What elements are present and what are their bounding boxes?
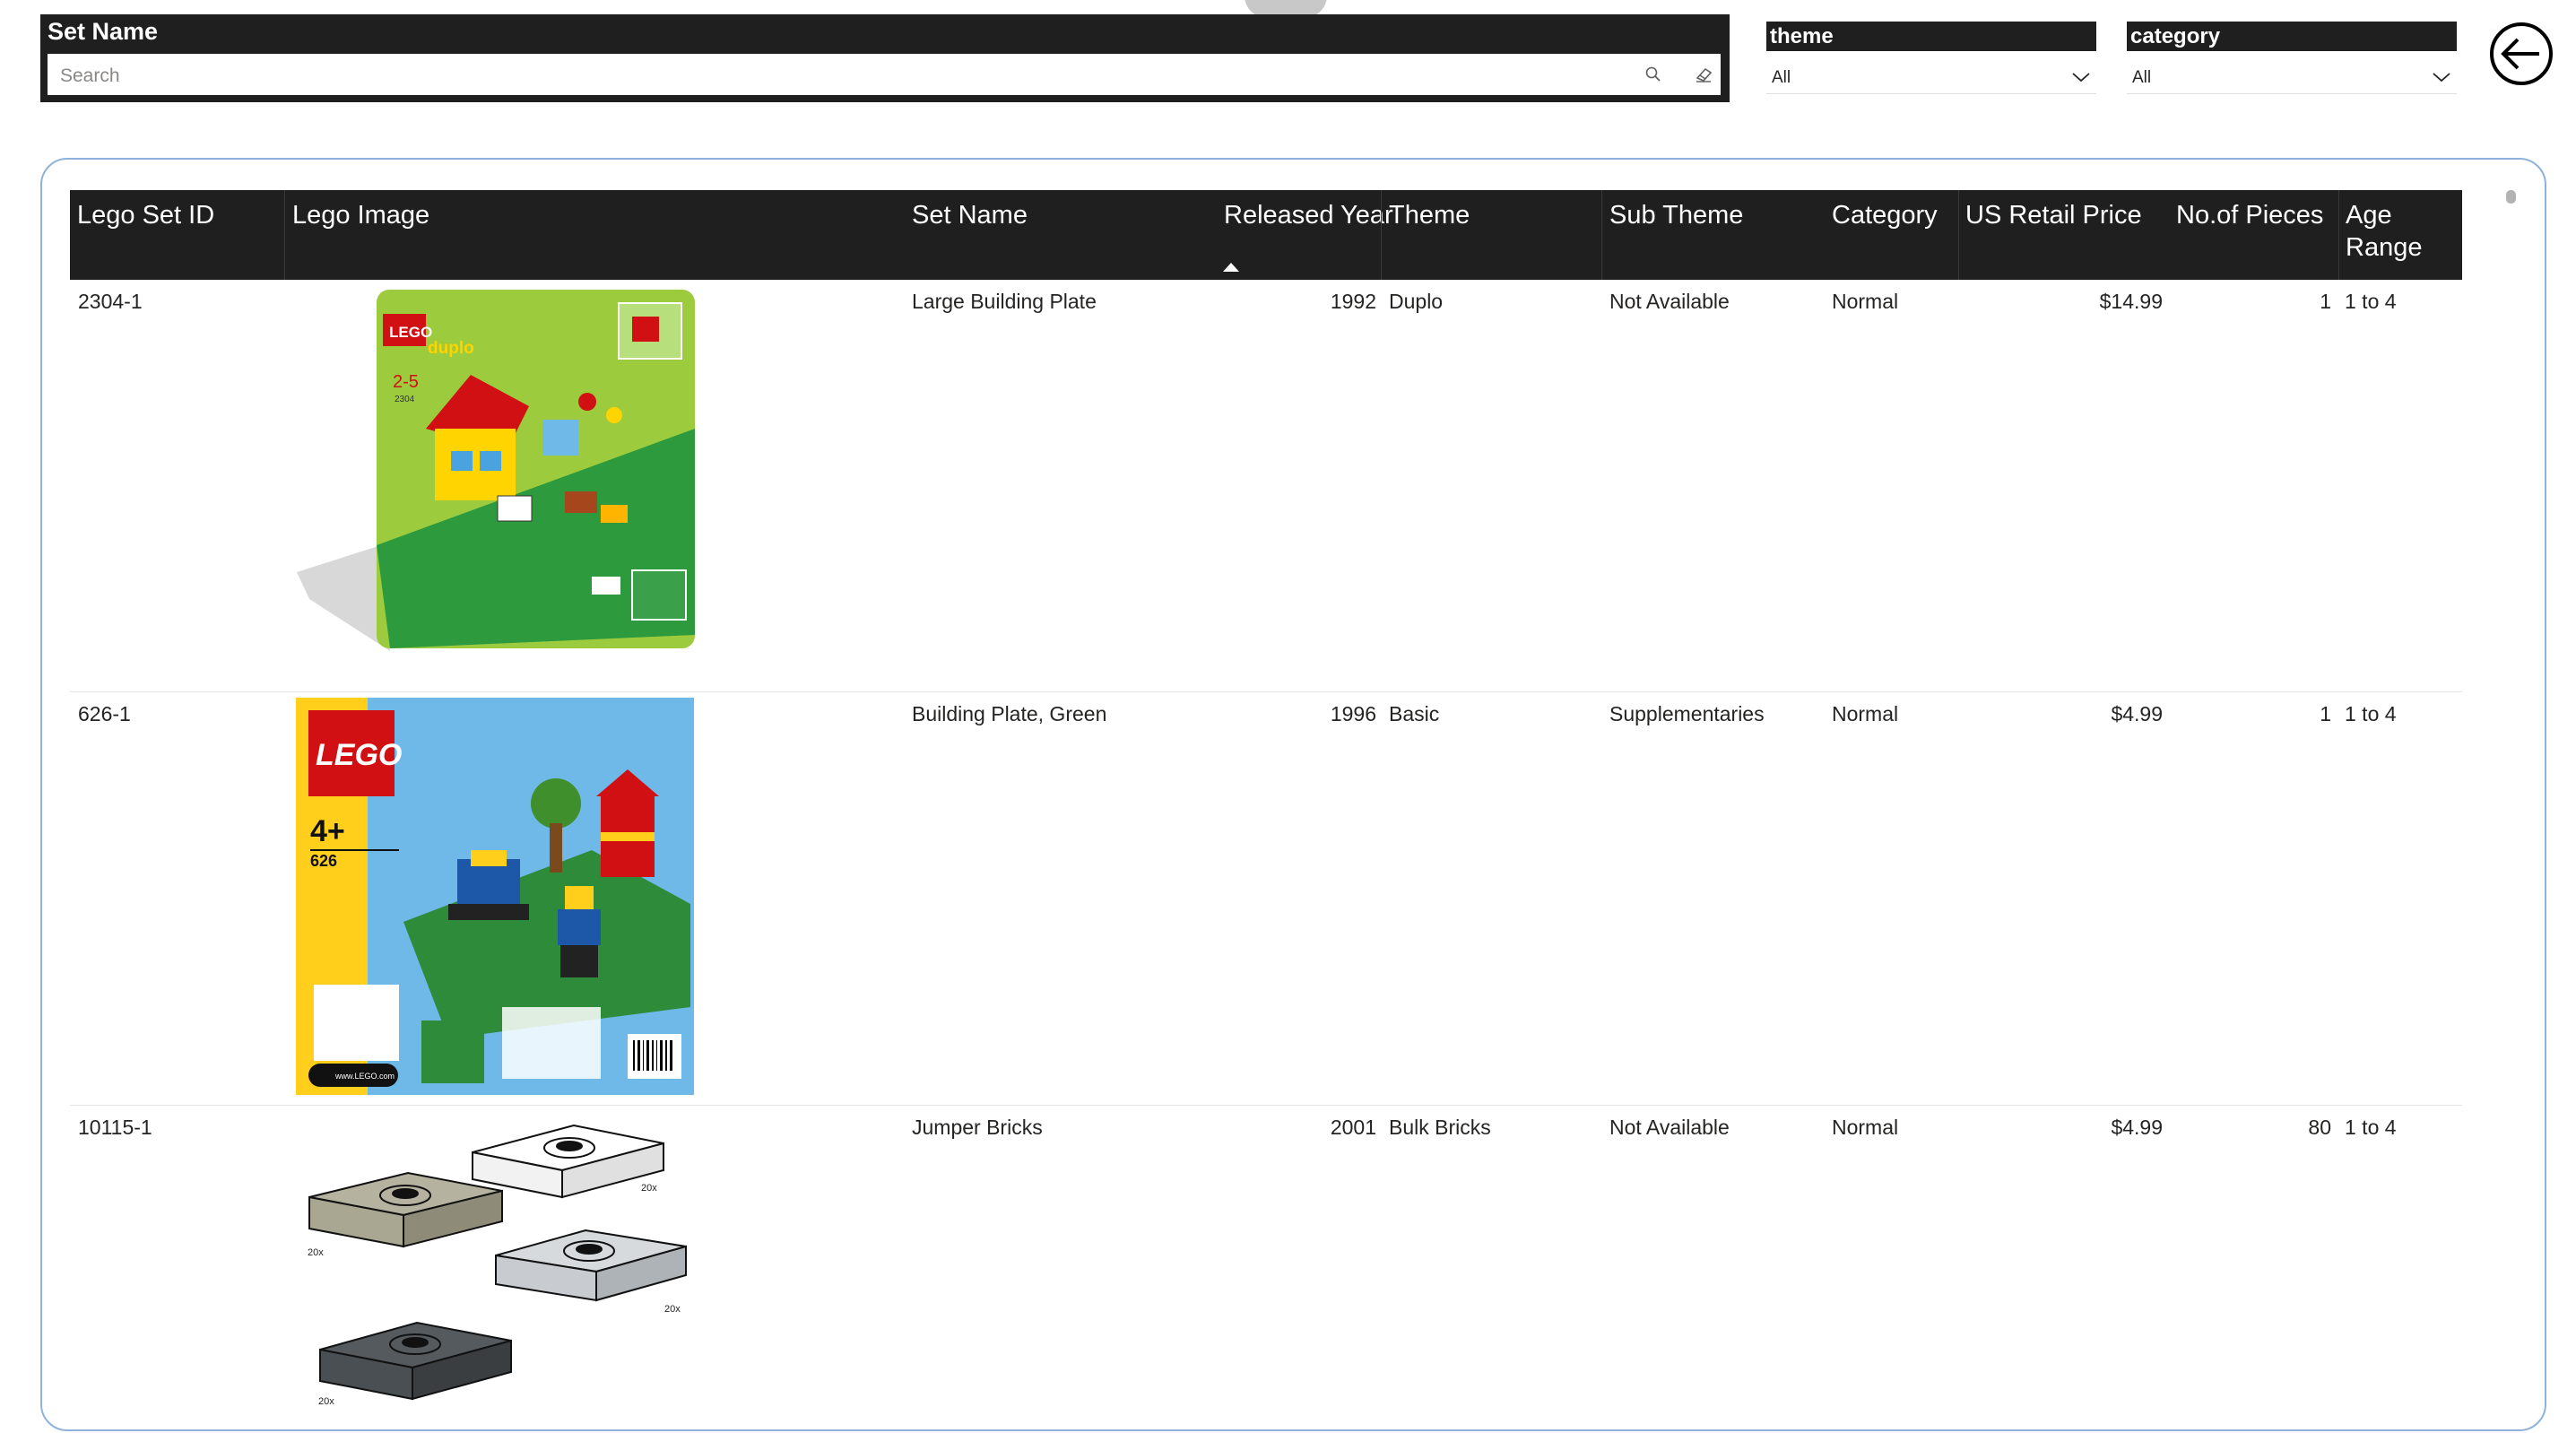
cell-released-year: 2001	[1330, 1116, 1376, 1139]
cell-age-range: 1 to 4	[2345, 290, 2397, 313]
cell-category: Normal	[1832, 702, 1899, 725]
cell-age-range: 1 to 4	[2345, 702, 2397, 725]
column-header-category[interactable]: Category	[1832, 199, 1938, 231]
cell-price: $4.99	[2111, 702, 2163, 725]
cell-pieces: 1	[2320, 290, 2331, 313]
cell-released-year: 1992	[1330, 290, 1376, 313]
cell-pieces: 1	[2320, 702, 2331, 725]
cell-age-range: 1 to 4	[2345, 1116, 2397, 1139]
table-header: Lego Set ID Lego Image Set Name Released…	[70, 190, 2462, 280]
sort-ascending-icon[interactable]	[1222, 262, 1240, 273]
set-name-slicer-title: Set Name	[48, 18, 159, 45]
column-header-retail-price[interactable]: US Retail Price	[1965, 199, 2142, 231]
svg-text:4+: 4+	[310, 814, 345, 848]
cell-set-id: 626-1	[78, 702, 131, 725]
svg-text:626: 626	[310, 852, 337, 870]
column-header-released-year[interactable]: Released Year	[1224, 199, 1393, 231]
column-header-pieces[interactable]: No.of Pieces	[2176, 199, 2323, 231]
cell-price: $14.99	[2099, 290, 2163, 313]
category-slicer-title: category	[2127, 22, 2457, 51]
cell-released-year: 1996	[1330, 702, 1376, 725]
theme-slicer: theme All	[1766, 22, 2096, 94]
cell-category: Normal	[1832, 290, 1899, 313]
cell-set-name: Building Plate, Green	[912, 702, 1107, 725]
cell-theme: Duplo	[1389, 290, 1444, 313]
cell-sub-theme: Not Available	[1609, 1116, 1730, 1139]
svg-text:www.LEGO.com: www.LEGO.com	[334, 1072, 395, 1081]
search-input[interactable]	[60, 65, 1584, 88]
category-dropdown-value: All	[2132, 68, 2152, 87]
cell-sub-theme: Not Available	[1609, 290, 1730, 313]
lego-building-plate-green-box-image: LEGO 4+ 626 www.LEGO.com	[296, 698, 694, 1095]
svg-text:20x: 20x	[641, 1183, 657, 1194]
cell-price: $4.99	[2111, 1116, 2163, 1139]
search-icon[interactable]	[1644, 65, 1663, 84]
vertical-scrollbar[interactable]	[2506, 190, 2516, 204]
chevron-down-icon[interactable]	[2071, 71, 2091, 83]
theme-dropdown[interactable]: All	[1766, 58, 2096, 94]
column-header-set-id[interactable]: Lego Set ID	[77, 199, 214, 231]
category-slicer: category All	[2127, 22, 2457, 94]
cell-set-name: Large Building Plate	[912, 290, 1097, 313]
svg-text:20x: 20x	[308, 1247, 324, 1258]
column-header-set-name[interactable]: Set Name	[912, 199, 1028, 231]
column-header-image[interactable]: Lego Image	[292, 199, 429, 231]
svg-text:LEGO: LEGO	[389, 324, 432, 341]
cell-theme: Basic	[1389, 702, 1440, 725]
svg-text:20x: 20x	[318, 1396, 334, 1407]
svg-text:2-5: 2-5	[393, 372, 419, 392]
column-header-theme[interactable]: Theme	[1389, 199, 1470, 231]
cell-set-id: 2304-1	[78, 290, 143, 313]
set-name-slicer: Set Name	[40, 14, 1730, 102]
category-dropdown[interactable]: All	[2127, 58, 2457, 94]
duplo-large-building-plate-box-image: LEGO duplo 2-5 2304	[297, 290, 695, 651]
eraser-icon[interactable]	[1693, 64, 1714, 85]
cell-sub-theme: Supplementaries	[1609, 702, 1765, 725]
cell-set-id: 10115-1	[78, 1116, 152, 1139]
search-box[interactable]	[48, 54, 1721, 95]
back-arrow-button[interactable]	[2487, 20, 2555, 88]
cell-category: Normal	[1832, 1116, 1899, 1139]
column-header-sub-theme[interactable]: Sub Theme	[1609, 199, 1743, 231]
chevron-down-icon[interactable]	[2432, 71, 2451, 83]
column-header-age-range[interactable]: Age Range	[2346, 199, 2453, 264]
svg-text:duplo: duplo	[428, 339, 474, 358]
theme-slicer-title: theme	[1766, 22, 2096, 51]
cell-theme: Bulk Bricks	[1389, 1116, 1491, 1139]
svg-text:20x: 20x	[664, 1304, 681, 1315]
svg-text:2304: 2304	[395, 395, 415, 404]
jumper-bricks-image: 20x 20x 20x 20x	[308, 1124, 687, 1407]
svg-text:LEGO: LEGO	[316, 738, 402, 772]
theme-dropdown-value: All	[1772, 68, 1791, 87]
cell-pieces: 80	[2308, 1116, 2331, 1139]
cell-set-name: Jumper Bricks	[912, 1116, 1043, 1139]
